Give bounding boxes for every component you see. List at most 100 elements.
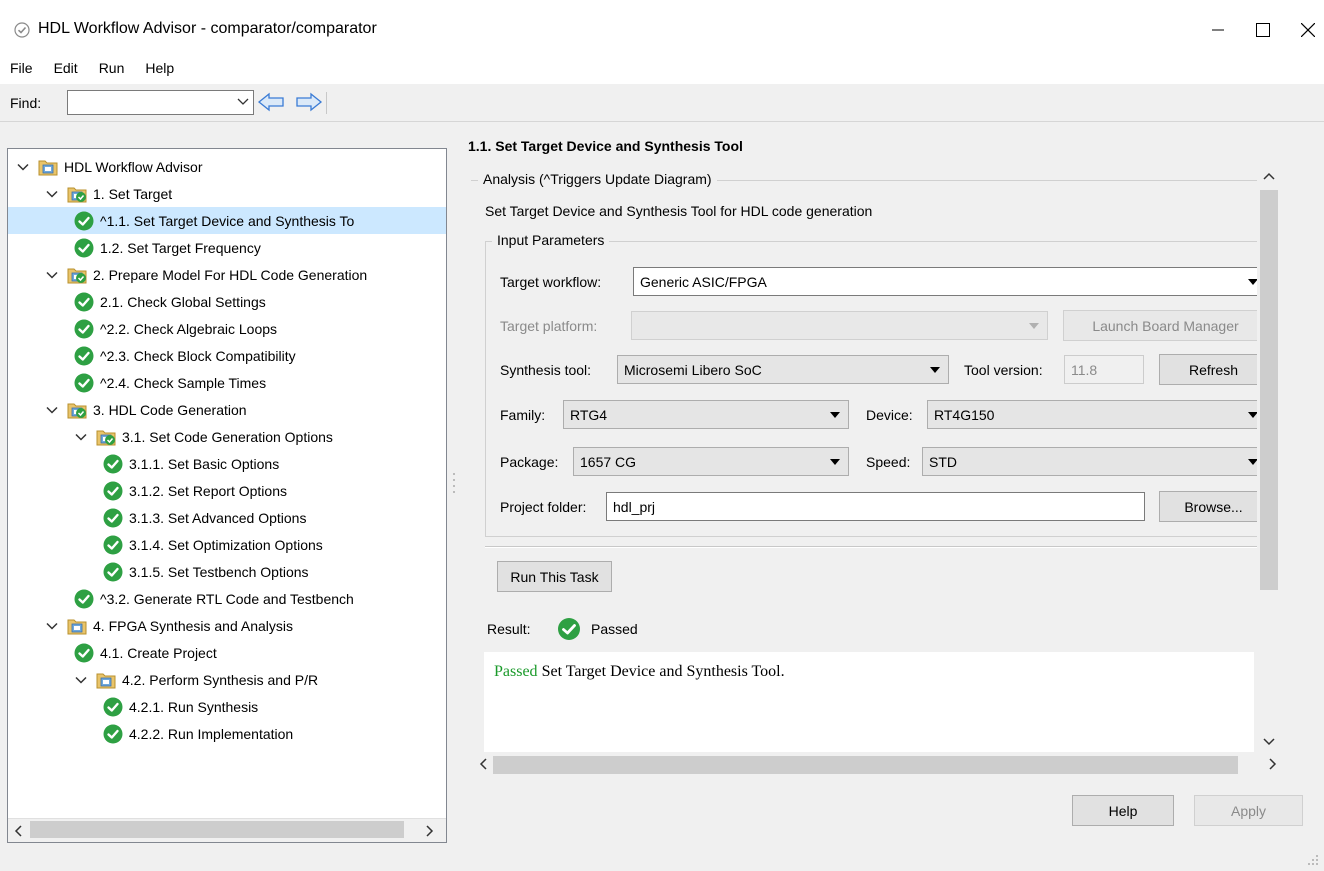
scroll-up-icon[interactable]: [1261, 168, 1277, 184]
package-select[interactable]: 1657 CG: [573, 447, 849, 476]
menu-edit[interactable]: Edit: [54, 60, 78, 76]
project-folder-field[interactable]: hdl_prj: [606, 492, 1145, 521]
tree-item[interactable]: 2.1. Check Global Settings: [8, 288, 446, 315]
target-workflow-label: Target workflow:: [500, 274, 602, 290]
result-label: Result:: [487, 621, 531, 637]
run-this-task-button[interactable]: Run This Task: [497, 561, 612, 592]
tree-item[interactable]: 3. HDL Code Generation: [8, 396, 446, 423]
chevron-down-icon[interactable]: [45, 268, 59, 282]
resize-grip-icon[interactable]: [1306, 853, 1320, 867]
tree-item-label: 3.1.2. Set Report Options: [129, 482, 287, 499]
tree-item[interactable]: ^2.3. Check Block Compatibility: [8, 342, 446, 369]
family-value: RTG4: [570, 406, 608, 423]
tree-item[interactable]: 2. Prepare Model For HDL Code Generation: [8, 261, 446, 288]
help-button[interactable]: Help: [1072, 795, 1174, 826]
tree-item-label: 4.1. Create Project: [100, 644, 217, 661]
tree-item[interactable]: ^3.2. Generate RTL Code and Testbench: [8, 585, 446, 612]
apply-button[interactable]: Apply: [1194, 795, 1303, 826]
speed-select[interactable]: STD: [922, 447, 1267, 476]
family-label: Family:: [500, 407, 546, 423]
result-status: Passed: [591, 621, 638, 637]
tree-scroll-thumb[interactable]: [30, 821, 404, 838]
tree-item-label: 4.2.1. Run Synthesis: [129, 698, 259, 715]
passed-check-icon: [103, 562, 123, 582]
launch-board-manager-button[interactable]: Launch Board Manager: [1063, 310, 1268, 341]
tree-item[interactable]: 3.1.2. Set Report Options: [8, 477, 446, 504]
project-folder-value: hdl_prj: [613, 498, 656, 515]
scroll-left-icon[interactable]: [14, 825, 24, 837]
tree-item[interactable]: 3.1.4. Set Optimization Options: [8, 531, 446, 558]
browse-button[interactable]: Browse...: [1159, 491, 1268, 522]
chevron-down-icon[interactable]: [237, 96, 249, 108]
refresh-button[interactable]: Refresh: [1159, 354, 1268, 385]
find-next-icon[interactable]: [293, 92, 323, 112]
task-folder-check-icon: [67, 266, 87, 284]
menu-help[interactable]: Help: [145, 60, 174, 76]
tree-item[interactable]: 3.1.3. Set Advanced Options: [8, 504, 446, 531]
tree-item-label: 4.2. Perform Synthesis and P/R: [122, 671, 319, 688]
tree-item[interactable]: HDL Workflow Advisor: [8, 153, 446, 180]
tree-item[interactable]: 3.1.1. Set Basic Options: [8, 450, 446, 477]
minimize-button[interactable]: [1195, 14, 1241, 46]
target-platform-label: Target platform:: [500, 318, 598, 334]
task-vertical-scroll-thumb[interactable]: [1260, 190, 1278, 590]
package-label: Package:: [500, 454, 559, 470]
close-icon: [1301, 23, 1315, 37]
target-platform-select[interactable]: [631, 311, 1048, 340]
find-previous-icon[interactable]: [257, 92, 287, 112]
device-select[interactable]: RT4G150: [927, 400, 1267, 429]
passed-check-icon: [74, 346, 94, 366]
family-select[interactable]: RTG4: [563, 400, 849, 429]
scroll-right-icon[interactable]: [1264, 756, 1280, 772]
chevron-down-icon[interactable]: [74, 430, 88, 444]
chevron-down-icon[interactable]: [74, 673, 88, 687]
scroll-left-icon[interactable]: [476, 756, 492, 772]
menu-run[interactable]: Run: [99, 60, 125, 76]
menu-file[interactable]: File: [10, 60, 33, 76]
tree-item[interactable]: 4.2.1. Run Synthesis: [8, 693, 446, 720]
task-folder-check-icon: [67, 401, 87, 419]
passed-check-icon: [74, 589, 94, 609]
tree-item[interactable]: ^2.2. Check Algebraic Loops: [8, 315, 446, 342]
tree-item-label: 2. Prepare Model For HDL Code Generation: [93, 266, 368, 283]
tree-item-label: ^1.1. Set Target Device and Synthesis To: [100, 212, 355, 229]
window-title: HDL Workflow Advisor - comparator/compar…: [38, 20, 377, 37]
tree-item[interactable]: ^1.1. Set Target Device and Synthesis To: [8, 207, 446, 234]
chevron-down-icon[interactable]: [16, 160, 30, 174]
tree-item[interactable]: 4.2.2. Run Implementation: [8, 720, 446, 747]
tree-item[interactable]: 4.1. Create Project: [8, 639, 446, 666]
tree-item[interactable]: 4.2. Perform Synthesis and P/R: [8, 666, 446, 693]
tree-item[interactable]: 3.1.5. Set Testbench Options: [8, 558, 446, 585]
tree-item[interactable]: 1. Set Target: [8, 180, 446, 207]
find-input[interactable]: [67, 90, 254, 115]
advisor-folder-icon: [67, 617, 87, 635]
splitter-grip[interactable]: [452, 470, 456, 500]
synthesis-tool-select[interactable]: Microsemi Libero SoC: [617, 355, 949, 384]
task-folder-check-icon: [96, 428, 116, 446]
tree-item[interactable]: 3.1. Set Code Generation Options: [8, 423, 446, 450]
chevron-down-icon[interactable]: [45, 403, 59, 417]
maximize-icon: [1256, 23, 1270, 37]
tree-item[interactable]: ^2.4. Check Sample Times: [8, 369, 446, 396]
tree-item[interactable]: 4. FPGA Synthesis and Analysis: [8, 612, 446, 639]
passed-check-icon: [74, 373, 94, 393]
passed-check-icon: [103, 697, 123, 717]
tool-version-field[interactable]: 11.8: [1064, 355, 1144, 384]
advisor-folder-icon: [38, 158, 58, 176]
task-folder-check-icon: [67, 185, 87, 203]
close-button[interactable]: [1285, 14, 1324, 46]
toolbar-separator: [326, 92, 327, 114]
chevron-down-icon[interactable]: [45, 619, 59, 633]
maximize-button[interactable]: [1240, 14, 1286, 46]
tree-item[interactable]: 1.2. Set Target Frequency: [8, 234, 446, 261]
task-horizontal-scroll-thumb[interactable]: [493, 756, 1238, 774]
analysis-legend: Analysis (^Triggers Update Diagram): [478, 171, 717, 187]
tree-item-label: 4.2.2. Run Implementation: [129, 725, 294, 742]
scroll-down-icon[interactable]: [1261, 734, 1277, 750]
target-workflow-select[interactable]: Generic ASIC/FPGA: [633, 267, 1267, 296]
chevron-down-icon[interactable]: [45, 187, 59, 201]
tree-item-label: ^3.2. Generate RTL Code and Testbench: [100, 590, 354, 607]
passed-check-icon: [74, 319, 94, 339]
passed-check-icon: [103, 535, 123, 555]
scroll-right-icon[interactable]: [424, 825, 434, 837]
